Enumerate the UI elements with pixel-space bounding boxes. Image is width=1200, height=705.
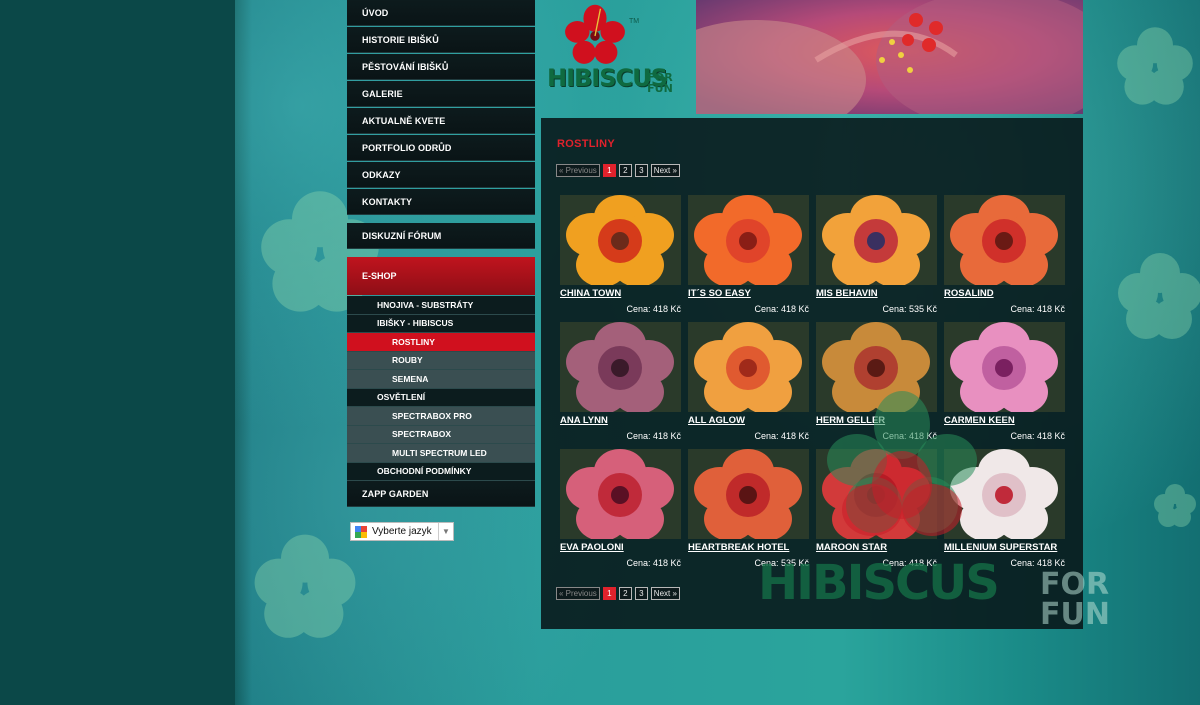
flower-decoration-icon [254, 534, 356, 638]
pagination-previous[interactable]: « Previous [556, 587, 600, 600]
product-name-link[interactable]: ROSALIND [944, 288, 994, 299]
nav-sub-spectrabox-pro[interactable]: SPECTRABOX PRO [347, 407, 535, 426]
product-card[interactable]: CHINA TOWN Cena: 418 Kč [560, 195, 681, 314]
product-card[interactable]: CARMEN KEEN Cena: 418 Kč [944, 322, 1065, 441]
product-thumbnail[interactable] [560, 195, 681, 285]
product-thumbnail[interactable] [944, 322, 1065, 412]
pagination-page-1[interactable]: 1 [602, 587, 616, 600]
watermark-for-fun: FOR FUN [1040, 567, 1110, 632]
product-name-link[interactable]: HERM GELLER [816, 415, 885, 426]
nav-sub-hnojiva[interactable]: HNOJIVA - SUBSTRÁTY [347, 296, 535, 315]
pagination-page-2[interactable]: 2 [618, 587, 632, 600]
product-card[interactable]: MILLENIUM SUPERSTAR Cena: 418 Kč [944, 449, 1065, 568]
product-name-link[interactable]: CARMEN KEEN [944, 415, 1015, 426]
nav-item-zapp-garden[interactable]: ZAPP GARDEN [347, 481, 535, 507]
product-card[interactable]: MAROON STAR Cena: 418 Kč [816, 449, 937, 568]
product-thumbnail[interactable] [688, 195, 809, 285]
nav-item-forum[interactable]: DISKUZNÍ FÓRUM [347, 223, 535, 249]
product-thumbnail[interactable] [816, 195, 937, 285]
product-listing-panel: ROSTLINY « Previous 1 2 3 Next » CHINA T… [541, 118, 1083, 629]
pagination-top: « Previous 1 2 3 Next » [556, 164, 680, 177]
nav-sub-semena[interactable]: SEMENA [347, 370, 535, 389]
chevron-down-icon: ▼ [438, 523, 453, 540]
language-select[interactable]: Vyberte jazyk ▼ [350, 522, 454, 541]
nav-item-eshop[interactable]: E-SHOP [347, 257, 535, 295]
nav-item-pestovani[interactable]: PĚSTOVÁNÍ IBIŠKŮ [347, 54, 535, 80]
nav-item-galerie[interactable]: GALERIE [347, 81, 535, 107]
product-thumbnail[interactable] [560, 449, 681, 539]
nav-item-uvod[interactable]: ÚVOD [347, 0, 535, 26]
trademark-mark: TM [629, 18, 640, 25]
product-thumbnail[interactable] [816, 449, 937, 539]
product-price: Cena: 418 Kč [1010, 304, 1065, 314]
product-card[interactable]: IT´S SO EASY Cena: 418 Kč [688, 195, 809, 314]
nav-sub-rouby[interactable]: ROUBY [347, 351, 535, 370]
product-card[interactable]: ALL AGLOW Cena: 418 Kč [688, 322, 809, 441]
nav-sub-spectrabox[interactable]: SPECTRABOX [347, 425, 535, 444]
product-card[interactable]: HERM GELLER Cena: 418 Kč [816, 322, 937, 441]
nav-item-kontakty[interactable]: KONTAKTY [347, 189, 535, 215]
product-price: Cena: 418 Kč [1010, 431, 1065, 441]
pagination-next[interactable]: Next » [650, 164, 680, 177]
product-price: Cena: 418 Kč [882, 431, 937, 441]
nav-item-aktualne-kvete[interactable]: AKTUALNĚ KVETE [347, 108, 535, 134]
flower-decoration-icon [1117, 27, 1193, 105]
left-margin [0, 0, 235, 705]
product-name-link[interactable]: EVA PAOLONI [560, 542, 624, 553]
product-name-link[interactable]: MILLENIUM SUPERSTAR [944, 542, 1057, 553]
nav-sub-osvetleni[interactable]: OSVĚTLENÍ [347, 388, 535, 407]
pagination-page-3[interactable]: 3 [634, 164, 648, 177]
pagination-page-2[interactable]: 2 [618, 164, 632, 177]
product-price: Cena: 418 Kč [626, 431, 681, 441]
product-price: Cena: 535 Kč [882, 304, 937, 314]
flower-decoration-icon [1154, 484, 1196, 527]
product-price: Cena: 418 Kč [754, 304, 809, 314]
nav-item-odkazy[interactable]: ODKAZY [347, 162, 535, 188]
nav-item-historie[interactable]: HISTORIE IBIŠKŮ [347, 27, 535, 53]
pagination-bottom: « Previous 1 2 3 Next » [556, 587, 680, 600]
product-name-link[interactable]: HEARTBREAK HOTEL [688, 542, 789, 553]
product-thumbnail[interactable] [688, 322, 809, 412]
product-thumbnail[interactable] [816, 322, 937, 412]
page-title: ROSTLINY [557, 138, 616, 150]
product-price: Cena: 418 Kč [754, 431, 809, 441]
nav-sub-obchodni-podminky[interactable]: OBCHODNÍ PODMÍNKY [347, 462, 535, 481]
product-name-link[interactable]: ANA LYNN [560, 415, 608, 426]
pagination-page-3[interactable]: 3 [634, 587, 648, 600]
product-thumbnail[interactable] [688, 449, 809, 539]
nav-sub-multi-spectrum[interactable]: MULTI SPECTRUM LED [347, 444, 535, 463]
product-card[interactable]: ANA LYNN Cena: 418 Kč [560, 322, 681, 441]
pagination-next[interactable]: Next » [650, 587, 680, 600]
product-thumbnail[interactable] [944, 195, 1065, 285]
product-card[interactable]: EVA PAOLONI Cena: 418 Kč [560, 449, 681, 568]
product-name-link[interactable]: MAROON STAR [816, 542, 887, 553]
product-name-link[interactable]: CHINA TOWN [560, 288, 621, 299]
nav-sub-rostliny[interactable]: ROSTLINY [347, 333, 535, 352]
hibiscus-flower-icon [565, 4, 625, 64]
nav-item-portfolio[interactable]: PORTFOLIO ODRŮD [347, 135, 535, 161]
watermark-brand: HIBISCUS [758, 555, 1000, 611]
product-price: Cena: 418 Kč [626, 558, 681, 568]
product-card[interactable]: ROSALIND Cena: 418 Kč [944, 195, 1065, 314]
product-card[interactable]: MIS BEHAVIN Cena: 535 Kč [816, 195, 937, 314]
logo-for-fun: FOR FUN [647, 71, 673, 95]
sidebar-nav: ÚVOD HISTORIE IBIŠKŮ PĚSTOVÁNÍ IBIŠKŮ GA… [347, 0, 535, 508]
product-name-link[interactable]: ALL AGLOW [688, 415, 745, 426]
header-banner-image [696, 0, 1083, 114]
product-name-link[interactable]: IT´S SO EASY [688, 288, 751, 299]
product-thumbnail[interactable] [560, 322, 681, 412]
google-icon [355, 525, 367, 538]
nav-sub-ibisky[interactable]: IBIŠKY - HIBISCUS [347, 314, 535, 333]
pagination-page-1[interactable]: 1 [602, 164, 616, 177]
language-select-label: Vyberte jazyk [372, 526, 432, 537]
product-card[interactable]: HEARTBREAK HOTEL Cena: 535 Kč [688, 449, 809, 568]
product-price: Cena: 418 Kč [626, 304, 681, 314]
flower-decoration-icon [1118, 253, 1200, 339]
product-name-link[interactable]: MIS BEHAVIN [816, 288, 878, 299]
site-logo[interactable]: TM HIBISCUS FOR FUN [541, 0, 693, 114]
pagination-previous[interactable]: « Previous [556, 164, 600, 177]
product-thumbnail[interactable] [944, 449, 1065, 539]
